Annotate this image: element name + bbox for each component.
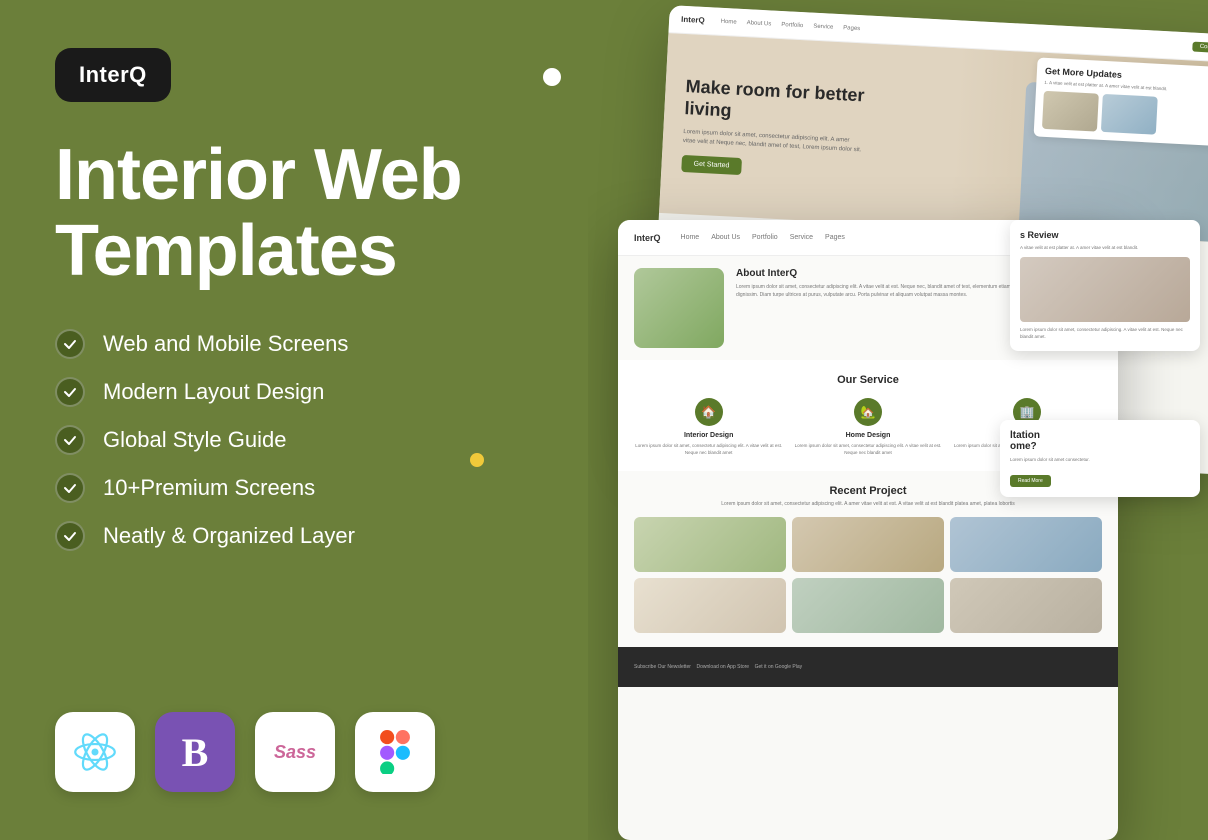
- feature-5-label: Neatly & Organized Layer: [103, 523, 355, 549]
- service-card-interior: 🏠 Interior Design Lorem ipsum dolor sit …: [634, 398, 783, 457]
- project-img-2: [792, 517, 944, 572]
- sass-icon: Sass: [274, 742, 316, 763]
- home-design-icon: 🏡: [854, 398, 882, 426]
- consultation-btn[interactable]: Read More: [1010, 475, 1051, 487]
- main-title: Interior Web Templates: [55, 138, 565, 289]
- service-2-desc: Lorem ipsum dolor sit amet, consectetur …: [793, 443, 942, 457]
- react-icon-box: [55, 712, 135, 792]
- footer-text: Subscribe Our Newsletter Download on App…: [634, 664, 802, 670]
- back-hero-cta-btn: Get Started: [681, 155, 742, 175]
- project-img-3: [950, 517, 1102, 572]
- feature-item: Modern Layout Design: [55, 377, 565, 407]
- check-icon-5: [55, 521, 85, 551]
- project-img-6: [950, 578, 1102, 633]
- right-panel: InterQ Home About Us Portfolio Service P…: [588, 0, 1208, 840]
- testimonial-title: s Review: [1020, 230, 1190, 240]
- update-img-2: [1101, 94, 1158, 135]
- testimonial-card: s Review A vitae velit at est platter at…: [1010, 220, 1200, 351]
- left-panel: InterQ Interior Web Templates Web and Mo…: [0, 0, 620, 840]
- figma-icon-box: [355, 712, 435, 792]
- projects-subtitle: Lorem ipsum dolor sit amet, consectetur …: [634, 501, 1102, 507]
- react-icon: [73, 730, 117, 774]
- back-hero-subtitle: Lorem ipsum dolor sit amet, consectetur …: [683, 128, 864, 157]
- testimonial-text: A vitae velit at est platter at. A amer …: [1020, 244, 1190, 251]
- feature-item: Web and Mobile Screens: [55, 329, 565, 359]
- update-img-1: [1042, 91, 1099, 132]
- check-icon-3: [55, 425, 85, 455]
- check-icon-1: [55, 329, 85, 359]
- features-list: Web and Mobile Screens Modern Layout Des…: [55, 329, 565, 551]
- service-2-name: Home Design: [793, 432, 942, 439]
- consultation-card: ltationome? Lorem ipsum dolor sit amet c…: [1000, 420, 1200, 497]
- feature-2-label: Modern Layout Design: [103, 379, 324, 405]
- back-nav-logo: InterQ: [681, 15, 705, 25]
- mockup-back-hero: Make room for better living Lorem ipsum …: [659, 33, 1208, 243]
- feature-item: 10+Premium Screens: [55, 473, 565, 503]
- service-card-home: 🏡 Home Design Lorem ipsum dolor sit amet…: [793, 398, 942, 457]
- back-nav-contact-btn: Contact Us: [1193, 41, 1208, 53]
- back-nav-links: Home About Us Portfolio Service Pages: [721, 18, 861, 31]
- feature-3-label: Global Style Guide: [103, 427, 286, 453]
- service-1-name: Interior Design: [634, 432, 783, 439]
- back-hero-title: Make room for better living: [684, 76, 906, 131]
- bootstrap-icon-box: B: [155, 712, 235, 792]
- mockup-footer: Subscribe Our Newsletter Download on App…: [618, 647, 1118, 687]
- service-1-desc: Lorem ipsum dolor sit amet, consectetur …: [634, 443, 783, 457]
- get-updates-images: [1042, 91, 1208, 139]
- project-img-4: [634, 578, 786, 633]
- bootstrap-icon: B: [182, 729, 209, 776]
- services-heading: Our Service: [634, 374, 1102, 386]
- check-icon-4: [55, 473, 85, 503]
- projects-grid: [634, 517, 1102, 633]
- feature-item: Global Style Guide: [55, 425, 565, 455]
- testimonial-image: [1020, 257, 1190, 322]
- logo-text: InterQ: [79, 62, 147, 87]
- feature-1-label: Web and Mobile Screens: [103, 331, 348, 357]
- sass-icon-box: Sass: [255, 712, 335, 792]
- consultation-title: ltationome?: [1010, 430, 1190, 452]
- feature-item: Neatly & Organized Layer: [55, 521, 565, 551]
- get-updates-card: Get More Updates 1. A vitae velit at est…: [1034, 57, 1208, 147]
- testimonial-body: Lorem ipsum dolor sit amet, consectetur …: [1020, 326, 1190, 340]
- tech-icons: B Sass: [55, 712, 565, 792]
- check-icon-2: [55, 377, 85, 407]
- figma-icon: [375, 730, 415, 774]
- front-nav-logo: InterQ: [634, 233, 661, 243]
- feature-4-label: 10+Premium Screens: [103, 475, 315, 501]
- front-nav-links: Home About Us Portfolio Service Pages: [681, 234, 845, 241]
- project-img-5: [792, 578, 944, 633]
- consultation-text: Lorem ipsum dolor sit amet consectetur.: [1010, 456, 1190, 463]
- about-image: [634, 268, 724, 348]
- project-img-1: [634, 517, 786, 572]
- interior-design-icon: 🏠: [695, 398, 723, 426]
- back-hero-text: Make room for better living Lorem ipsum …: [681, 76, 906, 183]
- logo-box: InterQ: [55, 48, 171, 102]
